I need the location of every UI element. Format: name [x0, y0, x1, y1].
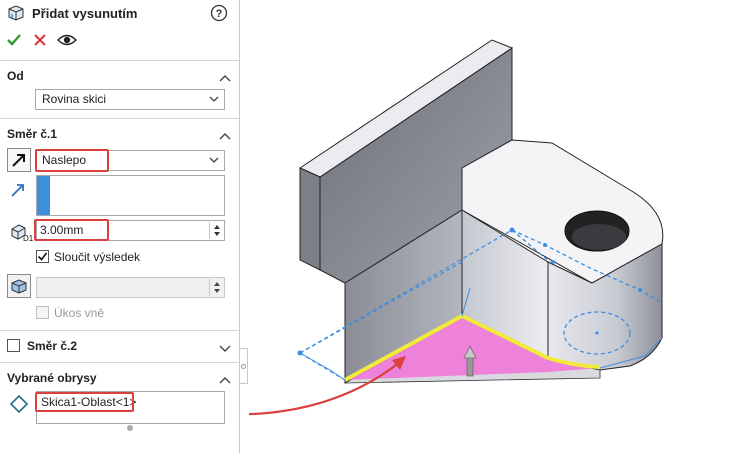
- collapse-chevron-icon[interactable]: [219, 373, 231, 384]
- from-dropdown-value: Rovina skici: [42, 92, 107, 106]
- back-wall-end: [299, 167, 321, 271]
- draft-outward-checkbox[interactable]: [36, 306, 49, 319]
- highlight-box: [35, 149, 109, 172]
- collapse-chevron-icon[interactable]: [219, 129, 231, 140]
- graphics-area[interactable]: [133, 0, 749, 453]
- depth-icon: D1: [9, 221, 34, 243]
- extrude-feature-icon: [6, 3, 26, 23]
- svg-text:?: ?: [216, 8, 223, 20]
- direction-reference-selection-box[interactable]: [36, 175, 225, 216]
- svg-text:D1: D1: [23, 234, 33, 243]
- draft-angle-input[interactable]: [36, 277, 225, 298]
- merge-result-label: Sloučit výsledek: [54, 250, 141, 264]
- from-dropdown[interactable]: Rovina skici: [35, 89, 225, 110]
- highlight-box: [35, 392, 134, 412]
- direction2-title: Směr č.2: [27, 339, 78, 353]
- contour-diamond-icon: [9, 394, 29, 414]
- reverse-direction-icon[interactable]: [7, 148, 31, 172]
- from-section-title: Od: [7, 69, 24, 83]
- checkmark-icon[interactable]: [6, 32, 22, 48]
- highlight-box: [34, 219, 109, 241]
- resize-grip-icon[interactable]: [127, 425, 133, 431]
- property-manager-panel: Přidat vysunutím ? Od Rovina skici Směr …: [0, 0, 240, 453]
- help-icon[interactable]: ?: [210, 4, 228, 22]
- panel-splitter-handle[interactable]: [240, 348, 248, 384]
- spin-buttons-icon[interactable]: [209, 279, 223, 296]
- cancel-x-icon[interactable]: [33, 33, 47, 47]
- 3d-model-view: [133, 39, 664, 416]
- feature-title: Přidat vysunutím: [32, 6, 138, 21]
- draft-outward-label: Úkos vně: [54, 306, 105, 320]
- spin-buttons-icon[interactable]: [209, 222, 223, 239]
- direction-vector-icon: [10, 182, 26, 198]
- active-selection-indicator: [37, 176, 50, 215]
- collapse-chevron-icon[interactable]: [219, 71, 231, 82]
- chevron-down-icon: [208, 151, 220, 170]
- splitter-dot-icon: [241, 364, 246, 369]
- direction1-title: Směr č.1: [7, 127, 58, 141]
- chevron-down-icon: [208, 90, 220, 109]
- eye-icon[interactable]: [57, 33, 77, 47]
- merge-result-checkbox[interactable]: [36, 250, 49, 263]
- expand-chevron-icon[interactable]: [219, 342, 231, 352]
- draft-toggle-icon[interactable]: [7, 274, 31, 298]
- direction2-checkbox[interactable]: [7, 339, 20, 352]
- contours-title: Vybrané obrysy: [7, 371, 97, 385]
